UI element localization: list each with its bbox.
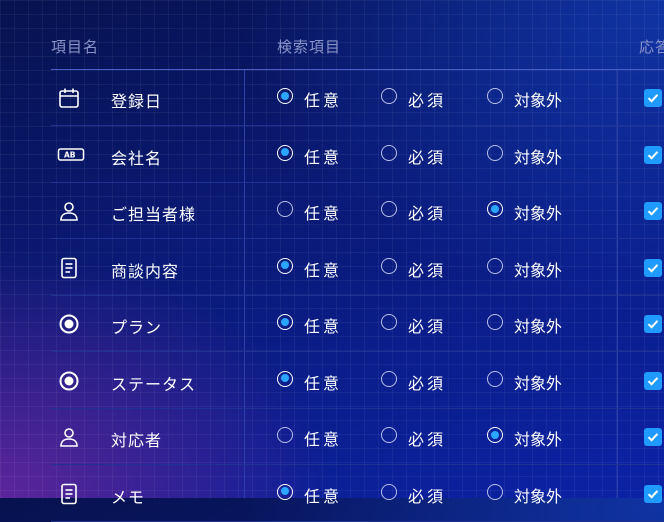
table-row: メモ 任意 必須 対象外 <box>0 466 664 522</box>
field-label: 登録日 <box>111 92 163 111</box>
field-label: 対応者 <box>111 431 163 450</box>
radio-button[interactable] <box>487 257 503 274</box>
radio-button[interactable] <box>381 144 397 161</box>
table-row: AB 会社名 任意 必須 対象外 <box>0 127 664 183</box>
radio-option-label: 対象外 <box>514 204 563 223</box>
radio-option-label: 必須 <box>408 147 447 167</box>
radio-button[interactable] <box>487 483 503 500</box>
radio-button[interactable] <box>381 370 397 387</box>
radio-option-label: 任意 <box>304 486 343 506</box>
response-checkbox[interactable] <box>644 315 662 333</box>
radio-option-label: 対象外 <box>514 373 563 393</box>
row-divider <box>51 520 664 522</box>
radio-option-label: 任意 <box>304 260 343 280</box>
radio-option-label: 対象外 <box>514 91 563 110</box>
radio-option-label: 必須 <box>408 373 447 393</box>
radio-option-label: 対象外 <box>514 430 563 449</box>
radio-button[interactable] <box>277 427 293 443</box>
response-checkbox[interactable] <box>644 89 662 107</box>
table-row: 登録日 任意 必須 対象外 <box>0 70 664 126</box>
radio-circle-icon <box>57 312 81 336</box>
radio-button[interactable] <box>487 314 503 330</box>
table-row: プラン 任意 必須 対象外 <box>0 296 664 352</box>
person-icon <box>57 425 81 449</box>
person-icon <box>57 199 81 223</box>
radio-button[interactable] <box>487 144 503 161</box>
radio-option-label: 任意 <box>304 430 343 449</box>
radio-button-selected[interactable] <box>277 483 293 500</box>
radio-button-selected[interactable] <box>277 257 293 274</box>
radio-option-label: 対象外 <box>514 317 563 336</box>
radio-option-label: 任意 <box>304 317 343 336</box>
radio-option-label: 対象外 <box>514 260 563 280</box>
column-header-search-item: 検索項目 <box>277 38 342 56</box>
radio-button-selected[interactable] <box>277 314 293 330</box>
radio-button-selected[interactable] <box>277 144 293 161</box>
response-checkbox[interactable] <box>644 371 662 390</box>
radio-option-label: 任意 <box>304 147 343 167</box>
document-icon <box>57 482 81 506</box>
calendar-icon <box>57 86 81 110</box>
radio-button[interactable] <box>381 427 397 443</box>
radio-option-label: 対象外 <box>514 486 563 506</box>
radio-option-label: 必須 <box>408 260 447 280</box>
field-label: メモ <box>111 487 146 507</box>
table-row: 商談内容 任意 必須 対象外 <box>0 240 664 296</box>
radio-button-selected[interactable] <box>487 201 503 217</box>
radio-button[interactable] <box>381 88 397 104</box>
document-icon <box>57 256 81 280</box>
table-header: 項目名 検索項目 応答 <box>0 0 664 70</box>
radio-button[interactable] <box>381 257 397 274</box>
response-checkbox[interactable] <box>644 428 662 446</box>
field-label: 商談内容 <box>111 261 180 281</box>
radio-button[interactable] <box>381 201 397 217</box>
response-checkbox[interactable] <box>644 202 662 220</box>
radio-option-label: 必須 <box>408 91 447 110</box>
column-header-response: 応答 <box>639 38 664 56</box>
radio-circle-icon <box>57 369 81 393</box>
field-label: 会社名 <box>111 148 163 168</box>
radio-button[interactable] <box>381 314 397 330</box>
field-label: ご担当者様 <box>111 205 197 224</box>
radio-button[interactable] <box>487 370 503 387</box>
table-row: ご担当者様 任意 必須 対象外 <box>0 183 664 239</box>
response-checkbox[interactable] <box>644 145 662 164</box>
radio-option-label: 任意 <box>304 204 343 223</box>
svg-text:AB: AB <box>64 150 76 159</box>
radio-option-label: 任意 <box>304 91 343 110</box>
radio-option-label: 必須 <box>408 486 447 506</box>
response-checkbox[interactable] <box>644 484 662 503</box>
radio-button-selected[interactable] <box>487 427 503 443</box>
radio-button-selected[interactable] <box>277 88 293 104</box>
radio-button[interactable] <box>487 88 503 104</box>
radio-option-label: 対象外 <box>514 147 563 167</box>
ab-badge-icon: AB <box>57 143 85 167</box>
radio-button[interactable] <box>277 201 293 217</box>
radio-option-label: 必須 <box>408 317 447 336</box>
response-checkbox[interactable] <box>644 258 662 277</box>
radio-option-label: 任意 <box>304 373 343 393</box>
radio-option-label: 必須 <box>408 204 447 223</box>
table-row: 対応者 任意 必須 対象外 <box>0 409 664 465</box>
table-row: ステータス 任意 必須 対象外 <box>0 353 664 409</box>
radio-button[interactable] <box>381 483 397 500</box>
column-header-item-name: 項目名 <box>51 38 100 56</box>
field-label: ステータス <box>111 374 197 394</box>
radio-option-label: 必須 <box>408 430 447 449</box>
field-label: プラン <box>111 318 163 337</box>
radio-button-selected[interactable] <box>277 370 293 387</box>
